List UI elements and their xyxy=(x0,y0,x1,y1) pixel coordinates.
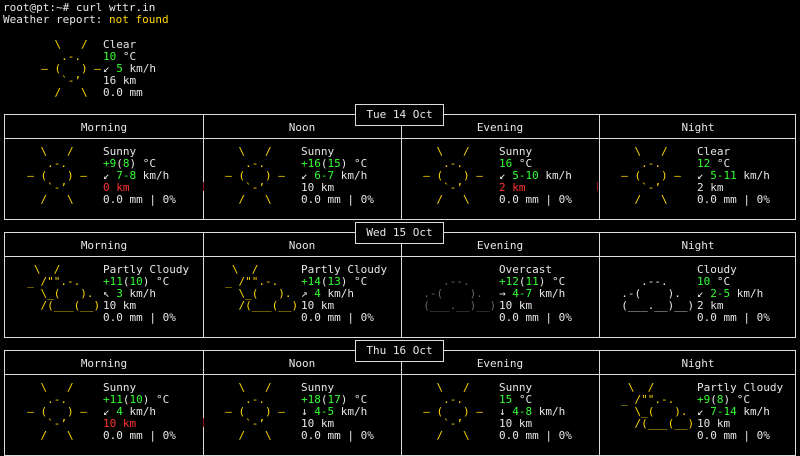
forecast-precipitation: 0.0 mm | 0% xyxy=(697,311,770,324)
partly-weather-icon: \ / _ /"".-. \_( ). /(___(__) xyxy=(225,263,299,312)
date-label: Tue 14 Oct xyxy=(355,104,444,126)
forecast-precipitation: 0.0 mm | 0% xyxy=(103,311,176,324)
forecast-precipitation: 0.0 mm | 0% xyxy=(103,193,176,206)
date-label: Thu 16 Oct xyxy=(355,340,444,362)
current-precipitation: 0.0 mm xyxy=(103,86,143,99)
sunny-weather-icon: \ / .-. ― ( ) ― `-’ / \ xyxy=(225,145,285,206)
period-label-night: Night xyxy=(681,121,715,134)
partly-weather-icon: \ / _ /"".-. \_( ). /(___(__) xyxy=(621,381,695,430)
forecast-precipitation: 0.0 mm | 0% xyxy=(697,429,770,442)
sunny-weather-icon: \ / .-. ― ( ) ― `-’ / \ xyxy=(621,145,681,206)
cursor-marker xyxy=(597,182,598,191)
date-label: Wed 15 Oct xyxy=(355,222,444,244)
sunny-weather-icon: \ / .-. ― ( ) ― `-’ / \ xyxy=(27,381,87,442)
cursor-marker xyxy=(203,182,204,191)
forecast-precipitation: 0.0 mm | 0% xyxy=(103,429,176,442)
forecast-precipitation: 0.0 mm | 0% xyxy=(499,429,572,442)
forecast-precipitation: 0.0 mm | 0% xyxy=(301,193,374,206)
period-label-night: Night xyxy=(681,357,715,370)
forecast-precipitation: 0.0 mm | 0% xyxy=(499,311,572,324)
current-sun-icon: \ / .-. ― ( ) ― `-’ / \ xyxy=(41,38,101,99)
period-label-night: Night xyxy=(681,239,715,252)
report-label: Weather report: xyxy=(3,13,103,26)
cursor-marker xyxy=(203,418,204,427)
sunny-weather-icon: \ / .-. ― ( ) ― `-’ / \ xyxy=(225,381,285,442)
cloudy-weather-icon: .--. .-( ). (___.__)__) xyxy=(621,275,695,312)
forecast-precipitation: 0.0 mm | 0% xyxy=(301,311,374,324)
sunny-weather-icon: \ / .-. ― ( ) ― `-’ / \ xyxy=(423,145,483,206)
period-label-morning: Morning xyxy=(80,121,128,134)
period-label-morning: Morning xyxy=(80,239,128,252)
report-line: Weather report: not found xyxy=(3,14,169,26)
forecast-precipitation: 0.0 mm | 0% xyxy=(697,193,770,206)
forecast-precipitation: 0.0 mm | 0% xyxy=(499,193,572,206)
period-label-morning: Morning xyxy=(80,357,128,370)
report-location: not found xyxy=(108,13,169,26)
partly-weather-icon: \ / _ /"".-. \_( ). /(___(__) xyxy=(27,263,101,312)
sunny-weather-icon: \ / .-. ― ( ) ― `-’ / \ xyxy=(423,381,483,442)
sunny-weather-icon: \ / .-. ― ( ) ― `-’ / \ xyxy=(27,145,87,206)
overcast-weather-icon: .--. .-( ). (___.__)__) xyxy=(423,275,497,312)
forecast-precipitation: 0.0 mm | 0% xyxy=(301,429,374,442)
